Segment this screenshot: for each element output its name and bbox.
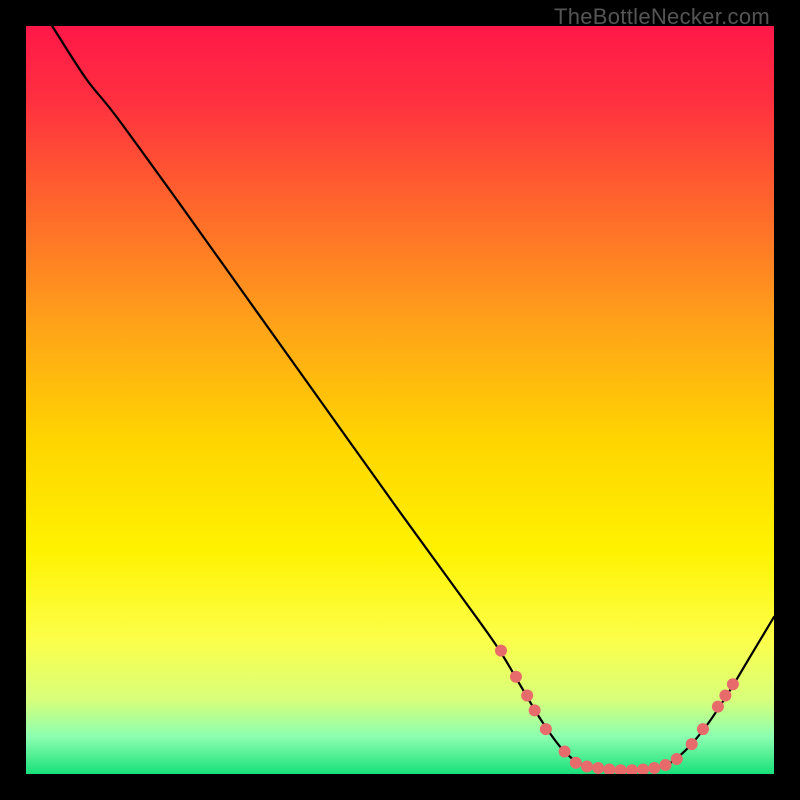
marker-point	[648, 762, 660, 774]
marker-point	[697, 723, 709, 735]
gradient-background	[26, 26, 774, 774]
marker-point	[712, 701, 724, 713]
marker-point	[540, 723, 552, 735]
marker-point	[592, 762, 604, 774]
marker-point	[570, 757, 582, 769]
marker-point	[581, 761, 593, 773]
marker-point	[529, 704, 541, 716]
marker-point	[559, 746, 571, 758]
marker-point	[719, 689, 731, 701]
marker-point	[521, 689, 533, 701]
chart-frame: TheBottleNecker.com	[0, 0, 800, 800]
marker-point	[727, 678, 739, 690]
marker-point	[671, 753, 683, 765]
marker-point	[510, 671, 522, 683]
marker-point	[660, 759, 672, 771]
plot-area	[26, 26, 774, 774]
chart-svg	[26, 26, 774, 774]
marker-point	[686, 738, 698, 750]
marker-point	[495, 645, 507, 657]
